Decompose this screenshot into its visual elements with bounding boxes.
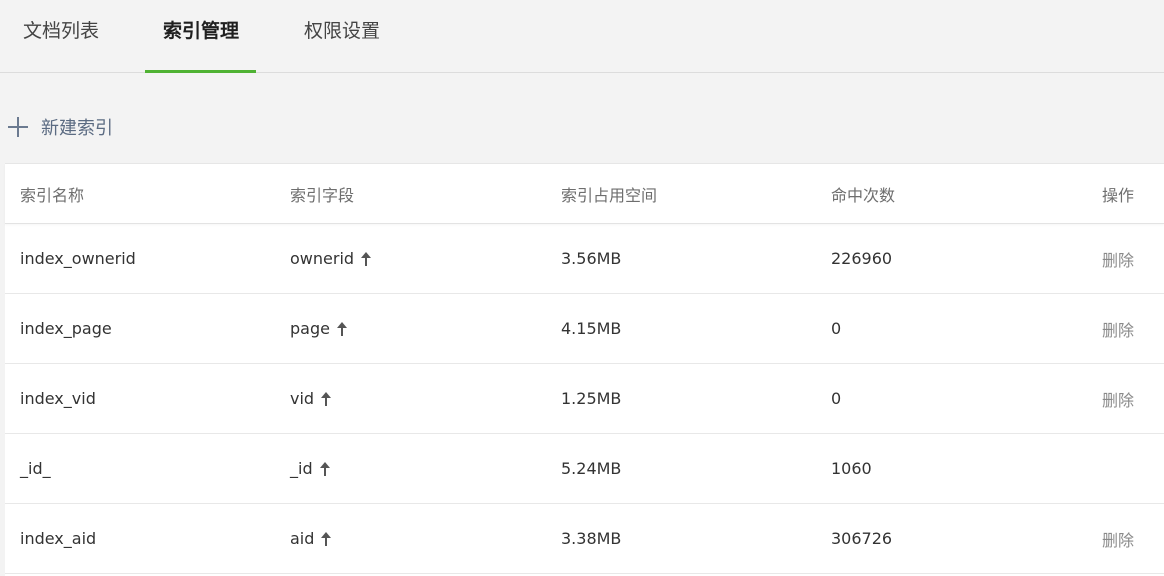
index-name: index_ownerid [20,249,136,268]
delete-button[interactable]: 删除 [1102,294,1134,363]
index-size: 3.38MB [561,529,622,548]
index-size: 3.56MB [561,249,622,268]
header-actions: 操作 [1102,185,1135,205]
header-index-size: 索引占用空间 [561,185,658,205]
index-size: 4.15MB [561,319,622,338]
tab-bar: 文档列表 索引管理 权限设置 [0,0,1164,73]
index-table: 索引名称 索引字段 索引占用空间 命中次数 操作 index_ownerid o… [5,163,1164,576]
index-field: _id [290,434,330,503]
new-index-label: 新建索引 [41,118,113,139]
arrow-up-icon [321,531,332,546]
header-index-name: 索引名称 [20,185,85,205]
delete-button[interactable]: 删除 [1102,224,1134,293]
header-hit-count: 命中次数 [831,185,896,205]
table-row: index_ownerid ownerid 3.56MB 226960 删除 [5,224,1164,294]
table-row: _id_ _id 5.24MB 1060 [5,434,1164,504]
index-name: index_page [20,319,112,338]
index-field: aid [290,504,332,573]
index-name: index_vid [20,389,96,408]
delete-button[interactable]: 删除 [1102,504,1134,573]
table-row: index_page page 4.15MB 0 删除 [5,294,1164,364]
arrow-up-icon [319,461,330,476]
tab-document-list[interactable]: 文档列表 [20,0,102,73]
delete-button[interactable]: 删除 [1102,364,1134,433]
header-index-field: 索引字段 [290,185,355,205]
index-field-name: vid [290,389,315,408]
arrow-up-icon [336,321,347,336]
hit-count: 306726 [831,529,893,548]
arrow-up-icon [321,391,332,406]
index-field-name: _id [290,459,313,478]
arrow-up-icon [361,251,372,266]
index-size: 1.25MB [561,389,622,408]
index-field-name: page [290,319,330,338]
new-index-button[interactable]: 新建索引 [8,112,113,142]
index-field: vid [290,364,332,433]
active-tab-indicator [145,70,256,73]
hit-count: 226960 [831,249,893,268]
index-field: page [290,294,347,363]
index-field: ownerid [290,224,372,293]
index-name: _id_ [20,459,51,478]
hit-count: 1060 [831,459,872,478]
table-row: index_aid aid 3.38MB 306726 删除 [5,504,1164,574]
hit-count: 0 [831,319,842,338]
tab-permission-settings[interactable]: 权限设置 [300,0,384,73]
index-name: index_aid [20,529,97,548]
hit-count: 0 [831,389,842,408]
index-field-name: ownerid [290,249,355,268]
index-size: 5.24MB [561,459,622,478]
table-header-row: 索引名称 索引字段 索引占用空间 命中次数 操作 [5,164,1164,224]
index-field-name: aid [290,529,315,548]
table-row: index_vid vid 1.25MB 0 删除 [5,364,1164,434]
plus-icon [8,117,28,137]
tab-index-management[interactable]: 索引管理 [159,0,243,73]
